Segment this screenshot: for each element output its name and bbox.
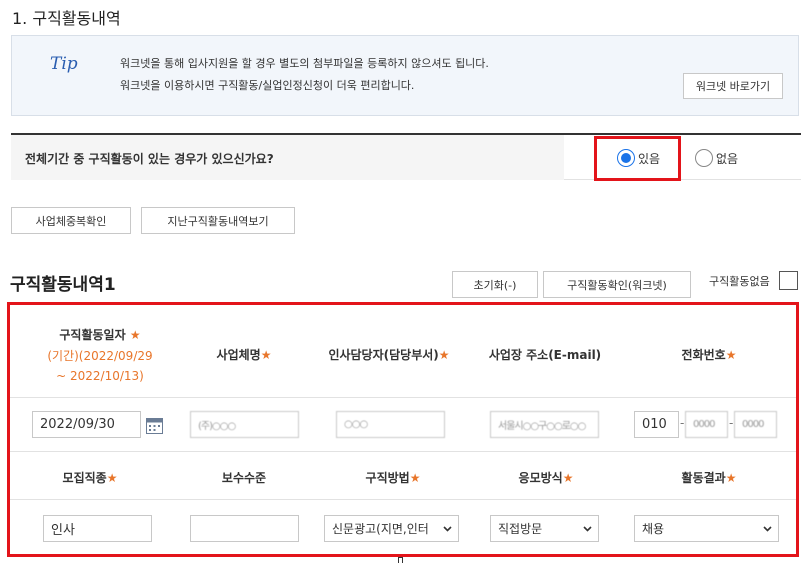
- question-label-cell: 전체기간 중 구직활동이 있는 경우가 있으신가요?: [11, 135, 564, 180]
- past-activity-view-button[interactable]: 지난구직활동내역보기: [141, 207, 295, 234]
- tip-label: Tip: [50, 54, 78, 74]
- no-activity-label: 구직활동없음: [709, 275, 770, 288]
- tip-box: Tip 워크넷을 통해 입사지원을 할 경우 별도의 첨부파일을 등록하지 않으…: [11, 35, 799, 116]
- section-title: 1. 구직활동내역: [12, 9, 121, 28]
- radio-no-label: 없음: [716, 151, 739, 166]
- activity-question-row: 전체기간 중 구직활동이 있는 경우가 있으신가요?: [11, 133, 801, 180]
- radio-no-circle[interactable]: [695, 149, 713, 167]
- radio-no[interactable]: 없음: [695, 149, 738, 167]
- tip-text-line1: 워크넷을 통해 입사지원을 할 경우 별도의 첨부파일을 등록하지 않으셔도 됩…: [120, 57, 489, 70]
- worknet-link-button[interactable]: 워크넷 바로가기: [683, 73, 783, 99]
- question-text: 전체기간 중 구직활동이 있는 경우가 있으신가요?: [25, 152, 274, 166]
- tip-text-line2: 워크넷을 이용하시면 구직활동/실업인정신청이 더욱 편리합니다.: [120, 79, 415, 92]
- business-duplicate-check-button[interactable]: 사업체중복확인: [11, 207, 131, 234]
- reset-button[interactable]: 초기화(-): [452, 271, 538, 298]
- worknet-activity-check-button[interactable]: 구직활동확인(워크넷): [543, 271, 691, 298]
- radio-highlight-box: [594, 136, 681, 181]
- no-activity-checkbox[interactable]: [779, 271, 798, 290]
- text-cursor-mark: [398, 557, 403, 563]
- activity-grid-highlight-box: [7, 302, 799, 557]
- activity-list-title: 구직활동내역1: [10, 275, 116, 295]
